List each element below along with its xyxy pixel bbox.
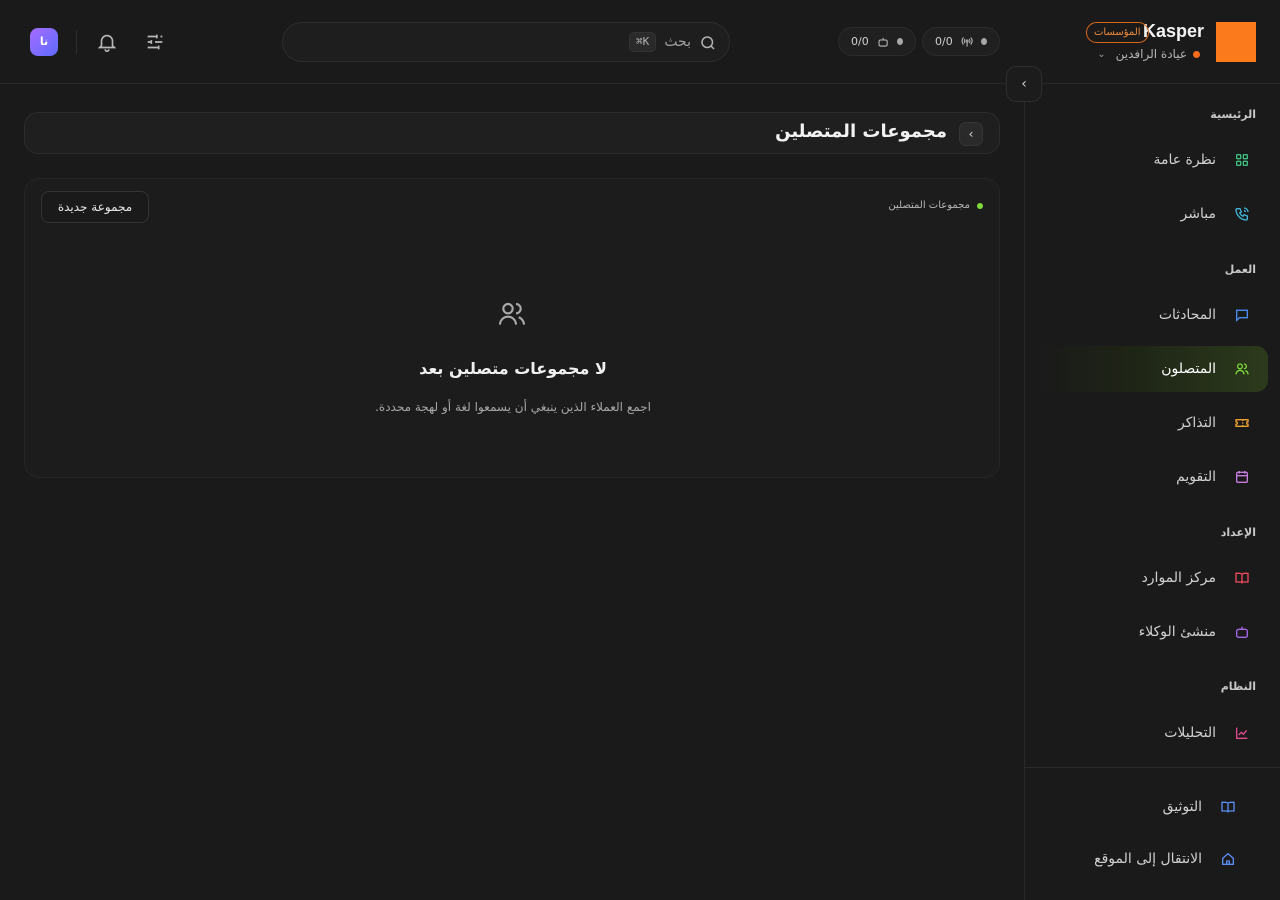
- status-dot: [896, 38, 903, 45]
- sidebar-item-label: الانتقال إلى الموقع: [1094, 851, 1202, 867]
- chat-icon: [1236, 309, 1248, 322]
- panel-label-text: مجموعات المتصلين: [888, 200, 970, 211]
- top-header: Kasper المؤسسات عيادة الرافدين ⌄ 0/0 0/0…: [0, 0, 1280, 84]
- sidebar-item-overview[interactable]: نظرة عامة: [1048, 137, 1268, 183]
- users-icon: [1235, 363, 1249, 375]
- sidebar-item-resources[interactable]: مركز الموارد: [1048, 555, 1268, 601]
- section-title-main: الرئيسية: [1210, 108, 1256, 121]
- sidebar-item-tickets[interactable]: التذاكر: [1048, 400, 1268, 446]
- bell-icon[interactable]: [96, 31, 118, 53]
- broadcast-icon: [961, 36, 973, 47]
- home-icon: [1222, 852, 1234, 865]
- section-title-setup: الإعداد: [1220, 526, 1256, 539]
- bot-count: 0/0: [851, 35, 869, 48]
- sidebar-item-label: المتصلون: [1161, 361, 1216, 377]
- new-group-button[interactable]: مجموعة جديدة: [41, 191, 149, 223]
- chevron-down-icon: ⌄: [1097, 48, 1106, 60]
- sidebar-collapse-button[interactable]: ‹: [1006, 66, 1042, 102]
- status-dot: [977, 202, 983, 209]
- users-icon: [498, 302, 526, 325]
- sidebar: الرئيسية نظرة عامة مباشر العمل المحادثات…: [1024, 84, 1280, 900]
- broadcast-count: 0/0: [935, 35, 953, 48]
- ticket-icon: [1235, 419, 1249, 427]
- section-title-work: العمل: [1224, 263, 1256, 276]
- sidebar-item-label: نظرة عامة: [1153, 152, 1216, 168]
- sidebar-item-contacts[interactable]: المتصلون: [1036, 346, 1268, 392]
- sidebar-item-label: التقويم: [1176, 469, 1216, 485]
- sidebar-item-label: التذاكر: [1177, 415, 1216, 431]
- brand-logo[interactable]: [1216, 22, 1256, 62]
- sidebar-item-calendar[interactable]: التقويم: [1048, 454, 1268, 500]
- section-title-system: النظام: [1220, 680, 1256, 693]
- grid-icon: [1236, 154, 1248, 166]
- panel-label: مجموعات المتصلين: [888, 200, 983, 211]
- avatar[interactable]: نا: [30, 28, 58, 56]
- book-open-icon: [1221, 801, 1235, 813]
- sidebar-item-label: منشئ الوكلاء: [1138, 624, 1216, 640]
- org-switcher[interactable]: عيادة الرافدين ⌄: [1097, 47, 1200, 61]
- search-shortcut: ⌘K: [629, 32, 657, 52]
- sidebar-item-label: المحادثات: [1158, 307, 1216, 323]
- sidebar-item-agent-builder[interactable]: منشئ الوكلاء: [1048, 609, 1268, 655]
- sidebar-item-go-to-site[interactable]: الانتقال إلى الموقع: [1094, 851, 1236, 867]
- chart-icon: [1236, 727, 1248, 739]
- sidebar-item-label: التحليلات: [1164, 725, 1216, 741]
- empty-state-title: لا مجموعات متصلين بعد: [419, 359, 607, 378]
- calendar-icon: [1236, 471, 1248, 483]
- bot-status-pill[interactable]: 0/0: [838, 27, 916, 56]
- page-title: مجموعات المتصلين: [775, 121, 947, 142]
- header-divider: [76, 30, 77, 54]
- brand-name: Kasper: [1142, 21, 1204, 41]
- sidebar-item-live[interactable]: مباشر: [1048, 191, 1268, 237]
- search-label: بحث: [664, 34, 691, 50]
- sidebar-item-label: مركز الموارد: [1141, 570, 1216, 586]
- sidebar-item-label: التوثيق: [1162, 799, 1202, 815]
- empty-state-description: اجمع العملاء الذين ينبغي أن يسمعوا لغة أ…: [375, 400, 651, 414]
- phone-icon: [1235, 207, 1249, 221]
- sidebar-item-analytics[interactable]: التحليلات: [1048, 710, 1268, 756]
- sidebar-item-docs[interactable]: التوثيق: [1163, 799, 1236, 815]
- back-button[interactable]: ‹: [959, 122, 983, 146]
- page-header: ‹ مجموعات المتصلين: [24, 112, 1000, 154]
- org-name: عيادة الرافدين: [1115, 47, 1187, 61]
- search-icon: [701, 36, 715, 50]
- status-dot: [980, 38, 987, 45]
- sidebar-divider: [1025, 767, 1280, 768]
- bot-icon: [878, 37, 888, 47]
- search-input[interactable]: بحث ⌘K: [282, 22, 730, 62]
- sliders-icon[interactable]: [144, 31, 166, 53]
- bot-icon: [1236, 626, 1248, 638]
- plan-badge: المؤسسات: [1086, 22, 1149, 43]
- book-icon: [1235, 572, 1249, 584]
- sidebar-item-label: مباشر: [1180, 206, 1216, 222]
- sidebar-item-conversations[interactable]: المحادثات: [1048, 292, 1268, 338]
- org-status-dot: [1193, 50, 1200, 58]
- contact-groups-panel: مجموعات المتصلين مجموعة جديدة لا مجموعات…: [24, 178, 1000, 478]
- broadcast-status-pill[interactable]: 0/0: [922, 27, 1000, 56]
